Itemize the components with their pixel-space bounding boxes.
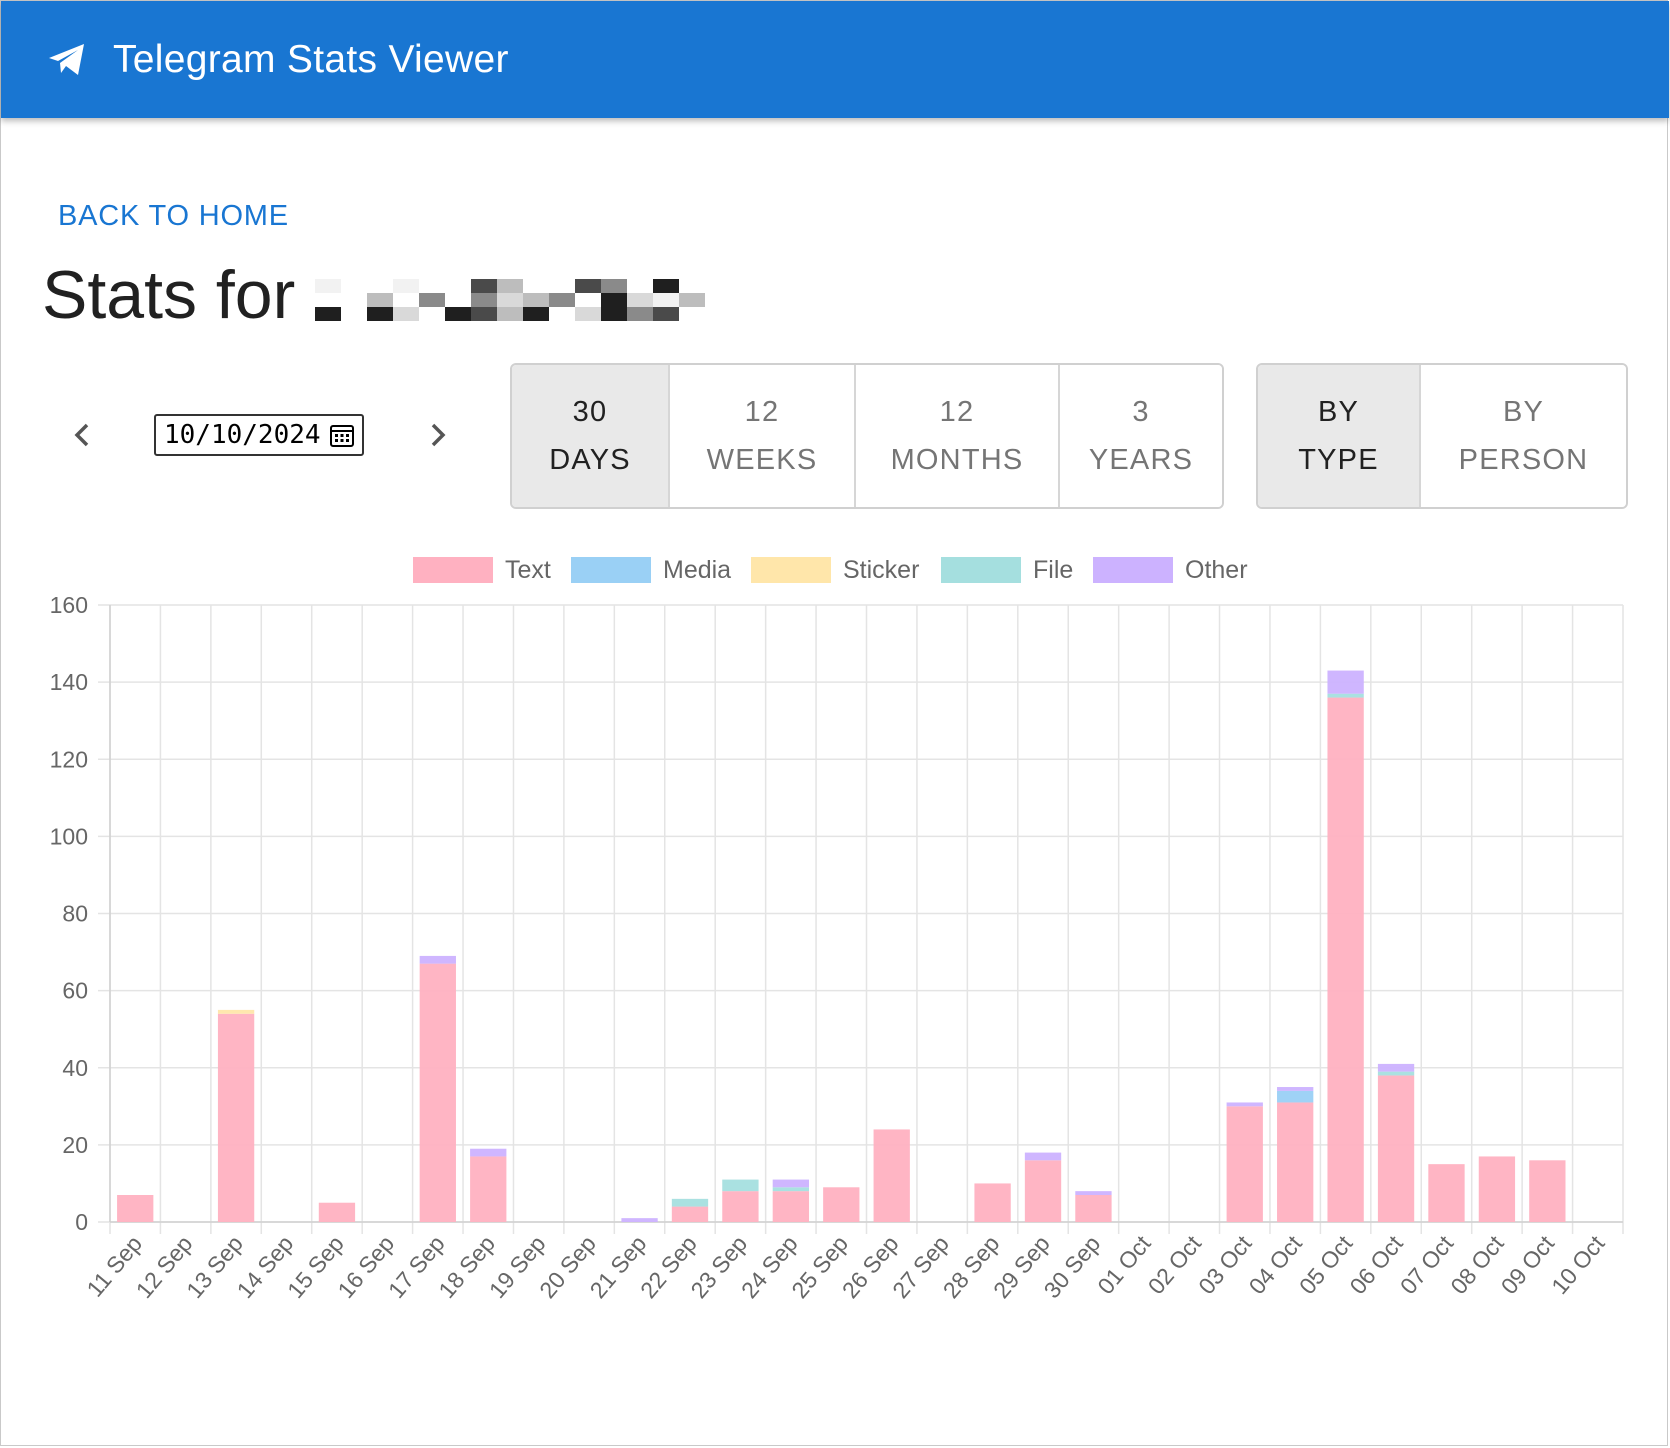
period-30-days-unit: DAYS — [549, 444, 631, 476]
bar-segment-text — [419, 963, 456, 1222]
bar-segment-text — [1478, 1156, 1516, 1222]
bar-segment-file — [671, 1198, 709, 1207]
bar-segment-text — [772, 1191, 810, 1222]
x-tick-label: 03 Oct — [1193, 1230, 1257, 1299]
period-30-days-number: 30 — [572, 396, 608, 428]
bar-segment-file — [772, 1187, 810, 1192]
by-type-line2: TYPE — [1298, 444, 1379, 476]
period-12-months-button[interactable]: 12 MONTHS — [856, 365, 1060, 507]
period-12-months-number: 12 — [939, 396, 975, 428]
by-type-button[interactable]: BY TYPE — [1258, 365, 1421, 507]
bar-segment-text — [117, 1195, 154, 1222]
bar-segment-file — [1377, 1071, 1415, 1076]
calendar-icon[interactable] — [328, 421, 356, 449]
y-tick-label: 80 — [62, 901, 88, 927]
date-input[interactable]: 10/10/2024 — [154, 414, 364, 456]
bar-segment-text — [1024, 1160, 1062, 1222]
bar-segment-text — [470, 1156, 507, 1222]
bar-segment-other — [1277, 1087, 1314, 1091]
y-tick-label: 0 — [75, 1209, 88, 1235]
back-to-home-link[interactable]: BACK TO HOME — [58, 200, 289, 233]
page-title: Stats for — [42, 256, 706, 334]
bar-segment-text — [823, 1187, 860, 1222]
bar-segment-text — [974, 1183, 1011, 1222]
bar-segment-text — [722, 1191, 759, 1222]
next-period-button[interactable] — [418, 410, 458, 460]
y-tick-label: 160 — [50, 592, 88, 618]
period-30-days-button[interactable]: 30 DAYS — [512, 365, 670, 507]
y-tick-label: 100 — [50, 823, 88, 849]
period-3-years-unit: YEARS — [1088, 444, 1194, 476]
bar-segment-other — [1377, 1063, 1415, 1072]
bar-segment-text — [873, 1129, 910, 1222]
telegram-plane-icon — [47, 40, 87, 80]
bar-segment-text — [1529, 1160, 1566, 1222]
by-person-button[interactable]: BY PERSON — [1421, 365, 1626, 507]
grouping-toggle-group: BY TYPE BY PERSON — [1256, 363, 1628, 509]
app-bar: Telegram Stats Viewer — [1, 1, 1669, 118]
x-tick-label: 04 Oct — [1244, 1230, 1308, 1299]
bar-segment-text — [1327, 697, 1364, 1222]
chevron-left-icon — [74, 423, 89, 447]
bar-segment-text — [671, 1206, 709, 1222]
by-person-line1: BY — [1502, 396, 1545, 428]
x-tick-label: 09 Oct — [1496, 1230, 1560, 1299]
bar-segment-sticker — [217, 1009, 255, 1014]
bar-segment-other — [1327, 670, 1364, 694]
period-3-years-number: 3 — [1132, 396, 1150, 428]
bar-segment-other — [419, 955, 456, 964]
period-12-months-unit: MONTHS — [890, 444, 1024, 476]
y-tick-label: 20 — [62, 1132, 88, 1158]
date-input-value: 10/10/2024 — [164, 420, 321, 450]
bar-segment-other — [772, 1179, 810, 1188]
period-12-weeks-button[interactable]: 12 WEEKS — [670, 365, 856, 507]
x-tick-label: 07 Oct — [1395, 1230, 1459, 1299]
bar-segment-file — [722, 1179, 759, 1192]
period-12-weeks-number: 12 — [744, 396, 780, 428]
redacted-chat-name — [315, 279, 706, 321]
bar-segment-text — [318, 1202, 356, 1222]
y-tick-label: 60 — [62, 978, 88, 1004]
bar-segment-other — [470, 1148, 507, 1157]
bar-segment-other — [1226, 1102, 1263, 1107]
bar-segment-text — [1277, 1102, 1314, 1222]
x-tick-label: 08 Oct — [1445, 1230, 1509, 1299]
x-tick-label: 10 Oct — [1546, 1230, 1610, 1299]
chevron-right-icon — [431, 423, 446, 447]
bar-segment-text — [1377, 1075, 1415, 1222]
page-title-prefix: Stats for — [42, 257, 296, 333]
y-tick-label: 140 — [50, 669, 88, 695]
y-tick-label: 120 — [50, 746, 88, 772]
x-tick-label: 02 Oct — [1143, 1230, 1207, 1299]
app-title: Telegram Stats Viewer — [113, 37, 509, 81]
period-3-years-button[interactable]: 3 YEARS — [1060, 365, 1222, 507]
bar-segment-media — [1277, 1090, 1314, 1103]
messages-stacked-bar-chart: 02040608010012014016011 Sep12 Sep13 Sep1… — [50, 592, 1624, 1304]
bar-segment-text — [1226, 1106, 1263, 1222]
bar-segment-other — [621, 1218, 658, 1222]
period-12-weeks-unit: WEEKS — [706, 444, 818, 476]
bar-segment-other — [1075, 1191, 1112, 1196]
period-toggle-group: 30 DAYS 12 WEEKS 12 MONTHS 3 YEARS — [510, 363, 1224, 509]
x-tick-label: 06 Oct — [1344, 1230, 1408, 1299]
by-type-line1: BY — [1317, 396, 1360, 428]
previous-period-button[interactable] — [62, 410, 102, 460]
by-person-line2: PERSON — [1458, 444, 1589, 476]
x-tick-label: 01 Oct — [1092, 1230, 1156, 1299]
bar-segment-text — [1428, 1164, 1465, 1222]
y-tick-label: 40 — [62, 1055, 88, 1081]
x-tick-label: 30 Sep — [1038, 1231, 1105, 1304]
bar-segment-other — [1024, 1152, 1062, 1161]
bar-segment-file — [1327, 693, 1364, 698]
x-tick-label: 05 Oct — [1294, 1230, 1358, 1299]
bar-segment-text — [217, 1013, 255, 1222]
bar-segment-text — [1075, 1195, 1112, 1222]
